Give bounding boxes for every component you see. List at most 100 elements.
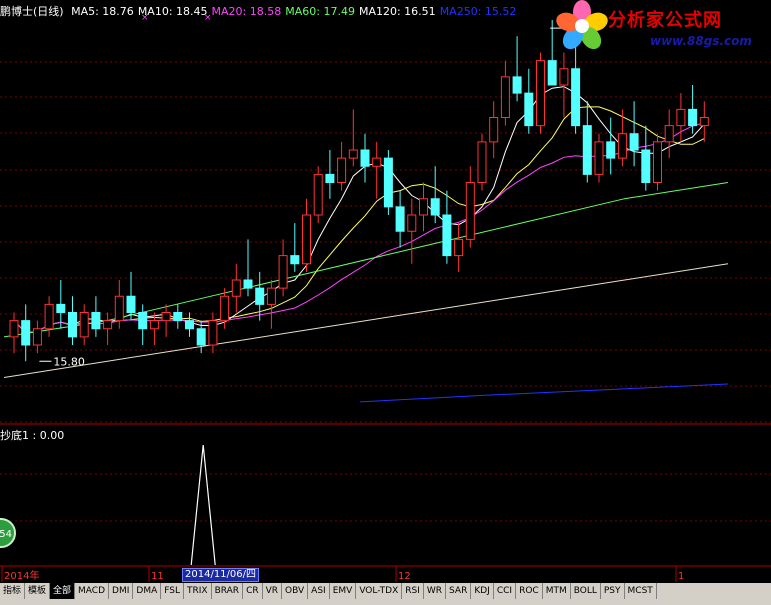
- tab-dma[interactable]: DMA: [133, 583, 162, 599]
- tab-vr[interactable]: VR: [263, 583, 283, 599]
- candle-body: [688, 108, 698, 127]
- candle-body: [325, 173, 335, 183]
- axis-label: 2014年: [4, 569, 39, 582]
- candle-body: [255, 287, 265, 305]
- tab-obv[interactable]: OBV: [282, 583, 309, 599]
- candle-body: [559, 68, 569, 86]
- candle-body: [266, 287, 276, 305]
- candle-body: [360, 149, 370, 167]
- low-label: 15.80: [53, 355, 85, 368]
- flower-logo-icon: [556, 0, 608, 50]
- tab-emv[interactable]: EMV: [330, 583, 357, 599]
- tab-boll[interactable]: BOLL: [571, 583, 601, 599]
- candle-body: [9, 320, 19, 338]
- indicator-spike: [190, 444, 216, 566]
- tab-mcst[interactable]: MCST: [625, 583, 657, 599]
- tab-kdj[interactable]: KDJ: [471, 583, 494, 599]
- candle-body: [582, 125, 592, 175]
- candle-body: [21, 320, 31, 346]
- tab-模板[interactable]: 模板: [25, 583, 51, 599]
- tab-brar[interactable]: BRAR: [212, 583, 244, 599]
- ma-label: MA120: 16.51: [358, 5, 436, 18]
- candle-body: [547, 60, 557, 86]
- candle-body: [407, 214, 417, 232]
- candle-body: [430, 198, 440, 216]
- tab-roc[interactable]: ROC: [516, 583, 543, 599]
- candle-body: [138, 312, 148, 330]
- tab-trix[interactable]: TRIX: [184, 583, 212, 599]
- kline-chart[interactable]: 2014年11121 1915.80××: [0, 0, 771, 605]
- candle-body: [594, 141, 604, 175]
- candle-body: [500, 76, 510, 118]
- ma250-line: [359, 383, 729, 403]
- tab-psy[interactable]: PSY: [601, 583, 625, 599]
- candles: [9, 20, 709, 362]
- indicator-tab-bar: 指标 模板 全部 MACD DMI DMA FSL TRIX BRAR CR VR OBV ASI EMV…: [0, 583, 771, 600]
- candle-body: [524, 92, 534, 127]
- axis-label: 12: [398, 571, 411, 582]
- candle-body: [477, 141, 487, 183]
- candle-body: [302, 214, 311, 265]
- candle-body: [372, 157, 382, 167]
- candle-body: [68, 312, 77, 338]
- axis-label: 1: [678, 571, 684, 582]
- status-strip: [0, 600, 771, 605]
- chart-header: 鹏博士(日线) MA5: 18.76 MA10: 18.45 MA20: 18.58…: [0, 3, 524, 19]
- tab-wr[interactable]: WR: [424, 583, 447, 599]
- logo-url: www.88gs.com: [650, 34, 752, 48]
- indicator-panel: [190, 444, 216, 566]
- candle-body: [44, 303, 54, 330]
- candle-body: [231, 279, 241, 297]
- date-axis: 2014年 11 12 1: [0, 565, 771, 582]
- ma-label: MA20: 18.58: [211, 5, 282, 18]
- candle-body: [489, 117, 499, 143]
- tab-macd[interactable]: MACD: [75, 583, 110, 599]
- tab-vol-tdx[interactable]: VOL-TDX: [356, 583, 403, 599]
- candle-body: [629, 133, 639, 151]
- logo-title: 分析家公式网: [608, 10, 722, 31]
- candle-body: [337, 157, 347, 183]
- candle-body: [395, 206, 405, 232]
- candle-body: [653, 141, 662, 183]
- tab-mtm[interactable]: MTM: [543, 583, 571, 599]
- tab-sar[interactable]: SAR: [446, 583, 472, 599]
- candle-body: [454, 238, 464, 257]
- tab-cr[interactable]: CR: [243, 583, 263, 599]
- grid: [0, 61, 771, 522]
- candle-body: [290, 255, 300, 265]
- ma-label: MA5: 18.76: [71, 5, 134, 18]
- candle-body: [208, 320, 218, 346]
- axis-label: 11: [151, 571, 164, 582]
- selected-date: 2014/11/06/四: [182, 568, 260, 582]
- candle-body: [126, 295, 136, 313]
- tab-全部[interactable]: 全部: [50, 583, 76, 599]
- tab-dmi[interactable]: DMI: [109, 583, 134, 599]
- candle-body: [383, 157, 393, 208]
- candle-body: [79, 312, 89, 338]
- candle-body: [56, 303, 66, 313]
- tab-cci[interactable]: CCI: [494, 583, 517, 599]
- tab-指标[interactable]: 指标: [0, 583, 26, 599]
- candle-body: [149, 320, 159, 330]
- site-logo: 分析家公式网 www.88gs.com: [556, 0, 771, 60]
- candle-body: [243, 279, 253, 289]
- candle-body: [348, 149, 358, 159]
- tab-fsl[interactable]: FSL: [161, 583, 184, 599]
- tab-rsi[interactable]: RSI: [402, 583, 424, 599]
- candle-body: [278, 255, 288, 289]
- tab-asi[interactable]: ASI: [308, 583, 330, 599]
- candle-body: [220, 295, 230, 322]
- candle-body: [617, 133, 627, 159]
- ma-legend: MA5: 18.76 MA10: 18.45 MA20: 18.58 MA60: 17…: [71, 5, 520, 18]
- ma-label: MA60: 17.49: [285, 5, 355, 18]
- candle-body: [173, 312, 183, 322]
- ma-label: MA10: 18.45: [137, 5, 208, 18]
- candle-body: [114, 295, 124, 322]
- indicator-label: 抄底1 : 0.00: [0, 429, 65, 442]
- candle-body: [103, 320, 113, 330]
- candle-body: [185, 320, 194, 330]
- candle-body: [196, 328, 206, 346]
- candle-body: [536, 60, 545, 127]
- candle-body: [664, 125, 674, 143]
- candle-body: [32, 328, 42, 346]
